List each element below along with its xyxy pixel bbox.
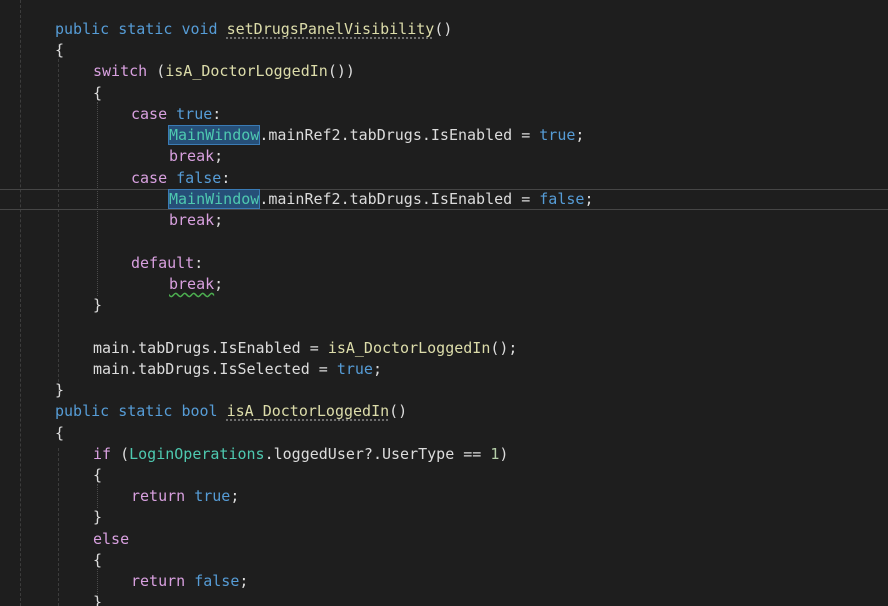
keyword: static <box>118 20 173 38</box>
punctuation: ; <box>575 126 585 144</box>
method-call[interactable]: isA_DoctorLoggedIn <box>165 62 328 80</box>
punctuation: ( <box>111 445 130 463</box>
punctuation: () <box>434 20 453 38</box>
keyword: return <box>131 487 186 505</box>
punctuation: ; <box>372 360 382 378</box>
brace: } <box>93 296 103 314</box>
keyword: break <box>169 275 215 293</box>
code-line[interactable]: { <box>0 423 888 444</box>
keyword: public <box>55 20 110 38</box>
code-line[interactable]: } <box>0 380 888 401</box>
keyword: if <box>93 445 112 463</box>
keyword: static <box>118 402 173 420</box>
literal: false <box>176 169 222 187</box>
brace: { <box>93 84 103 102</box>
punctuation: ; <box>230 487 240 505</box>
punctuation: ; <box>584 190 594 208</box>
member-access: .mainRef2.tabDrugs.IsEnabled = <box>259 126 540 144</box>
code-line[interactable]: return false; <box>0 571 888 592</box>
type-name[interactable]: MainWindow <box>167 189 261 209</box>
member-access: .loggedUser?.UserType == <box>264 445 491 463</box>
brace: { <box>93 466 103 484</box>
code-line[interactable]: case true: <box>0 104 888 125</box>
keyword: default <box>131 254 195 272</box>
type-name[interactable]: MainWindow <box>167 125 261 145</box>
brace: } <box>93 593 103 606</box>
punctuation: : <box>212 105 222 123</box>
keyword: case <box>131 169 168 187</box>
punctuation: ( <box>147 62 166 80</box>
type-name[interactable]: LoginOperations <box>129 445 264 463</box>
code-line[interactable]: public static void setDrugsPanelVisibili… <box>0 19 888 40</box>
code-line[interactable]: } <box>0 592 888 606</box>
code-line[interactable]: switch (isA_DoctorLoggedIn()) <box>0 61 888 82</box>
code-line[interactable]: break; <box>0 146 888 167</box>
code-line[interactable]: { <box>0 83 888 104</box>
code-line[interactable]: MainWindow.mainRef2.tabDrugs.IsEnabled =… <box>0 125 888 146</box>
code-line[interactable]: } <box>0 507 888 528</box>
code-line[interactable]: { <box>0 550 888 571</box>
keyword: void <box>181 20 218 38</box>
brace: } <box>55 381 65 399</box>
code-line[interactable]: return true; <box>0 486 888 507</box>
literal: false <box>539 190 585 208</box>
literal: false <box>194 572 240 590</box>
method-name[interactable]: isA_DoctorLoggedIn <box>227 402 390 420</box>
punctuation: : <box>221 169 231 187</box>
code-line[interactable]: { <box>0 465 888 486</box>
keyword: return <box>131 572 186 590</box>
literal: true <box>336 360 373 378</box>
punctuation: ()) <box>327 62 355 80</box>
code-line[interactable]: break; <box>0 274 888 295</box>
keyword: public <box>55 402 110 420</box>
current-code-line[interactable]: MainWindow.mainRef2.tabDrugs.IsEnabled =… <box>0 189 888 210</box>
brace: } <box>93 508 103 526</box>
code-line[interactable]: } <box>0 295 888 316</box>
brace: { <box>55 424 65 442</box>
method-name[interactable]: setDrugsPanelVisibility <box>227 20 435 38</box>
code-line[interactable]: break; <box>0 210 888 231</box>
keyword: break <box>169 211 215 229</box>
code-line[interactable]: default: <box>0 253 888 274</box>
punctuation: ; <box>214 211 224 229</box>
punctuation: ; <box>239 572 249 590</box>
method-call[interactable]: isA_DoctorLoggedIn <box>328 339 491 357</box>
code-line[interactable]: main.tabDrugs.IsEnabled = isA_DoctorLogg… <box>0 338 888 359</box>
literal: true <box>539 126 576 144</box>
punctuation: (); <box>490 339 518 357</box>
code-line[interactable]: main.tabDrugs.IsSelected = true; <box>0 359 888 380</box>
literal: true <box>194 487 231 505</box>
member-access: .mainRef2.tabDrugs.IsEnabled = <box>259 190 540 208</box>
keyword: case <box>131 105 168 123</box>
brace: { <box>93 551 103 569</box>
brace: { <box>55 41 65 59</box>
punctuation: ; <box>214 275 224 293</box>
code-line[interactable]: else <box>0 529 888 550</box>
code-line[interactable]: case false: <box>0 168 888 189</box>
punctuation: ) <box>499 445 509 463</box>
code-editor[interactable]: public static void setDrugsPanelVisibili… <box>0 0 888 606</box>
punctuation: () <box>389 402 408 420</box>
punctuation: : <box>194 254 204 272</box>
member-access: main.tabDrugs.IsEnabled = <box>93 339 328 357</box>
code-line[interactable]: public static bool isA_DoctorLoggedIn() <box>0 401 888 422</box>
literal: true <box>176 105 213 123</box>
keyword: else <box>93 530 130 548</box>
keyword: bool <box>181 402 218 420</box>
punctuation: ; <box>214 147 224 165</box>
code-line[interactable]: if (LoginOperations.loggedUser?.UserType… <box>0 444 888 465</box>
code-line[interactable]: { <box>0 40 888 61</box>
keyword: break <box>169 147 215 165</box>
member-access: main.tabDrugs.IsSelected = <box>93 360 337 378</box>
keyword: switch <box>93 62 148 80</box>
